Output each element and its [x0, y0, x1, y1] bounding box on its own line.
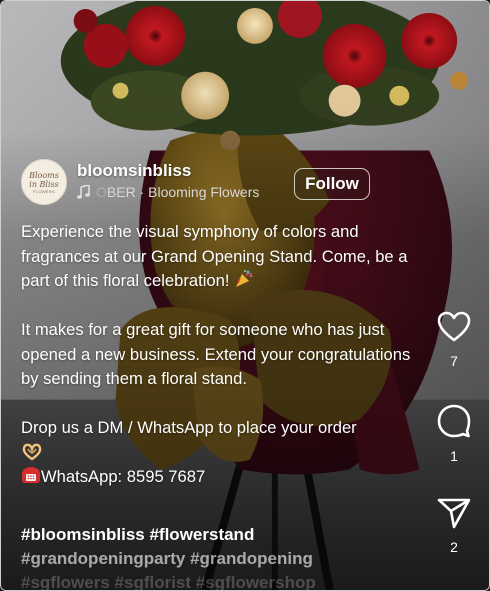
- caption-whatsapp-row: WhatsApp: 8595 7687: [21, 465, 416, 490]
- comment-action: 1: [431, 404, 477, 464]
- reel-viewer: Blooms in Bliss FLOWERS bloomsinbliss OB…: [0, 0, 490, 591]
- hashtag-line-3[interactable]: #sgflowers #sgflorist #sgflowershop: [21, 571, 421, 590]
- audio-attribution[interactable]: OBER · Blooming Flowers: [77, 184, 259, 200]
- username[interactable]: bloomsinbliss: [77, 161, 191, 181]
- hashtag-line-1[interactable]: #bloomsinbliss #flowerstand: [21, 523, 421, 547]
- whatsapp-number: WhatsApp: 8595 7687: [41, 467, 206, 486]
- profile-avatar[interactable]: Blooms in Bliss FLOWERS: [21, 159, 67, 205]
- follow-button[interactable]: Follow: [294, 168, 370, 200]
- heart-icon[interactable]: [437, 311, 471, 343]
- caption-hands-row: [21, 441, 416, 466]
- heart-hands-icon: [22, 443, 42, 460]
- audio-faded-prefix: O: [96, 184, 107, 200]
- caption-paragraph-2: It makes for a great gift for someone wh…: [21, 320, 411, 388]
- caption-paragraph-1: Experience the visual symphony of colors…: [21, 220, 416, 294]
- music-note-icon: [77, 185, 90, 199]
- telephone-icon: [22, 467, 40, 483]
- avatar-logo-sub: FLOWERS: [33, 188, 55, 194]
- like-action: 7: [431, 311, 477, 369]
- comment-count: 1: [450, 448, 458, 464]
- post-caption: Experience the visual symphony of colors…: [21, 220, 416, 490]
- avatar-logo: Blooms: [29, 170, 59, 180]
- comment-icon[interactable]: [437, 404, 471, 438]
- like-count: 7: [450, 353, 458, 369]
- caption-text-1: Experience the visual symphony of colors…: [21, 222, 408, 290]
- hashtag-block: #bloomsinbliss #flowerstand #grandopenin…: [21, 523, 421, 590]
- send-icon[interactable]: [437, 497, 471, 529]
- share-count: 2: [450, 539, 458, 555]
- audio-label: BER · Blooming Flowers: [106, 184, 260, 200]
- hashtag-line-2[interactable]: #grandopeningparty #grandopening: [21, 547, 421, 571]
- caption-paragraph-3: Drop us a DM / WhatsApp to place your or…: [21, 418, 357, 437]
- party-popper-icon: [236, 269, 253, 287]
- share-action: 2: [431, 497, 477, 555]
- avatar-logo-line2: in Bliss: [29, 179, 59, 189]
